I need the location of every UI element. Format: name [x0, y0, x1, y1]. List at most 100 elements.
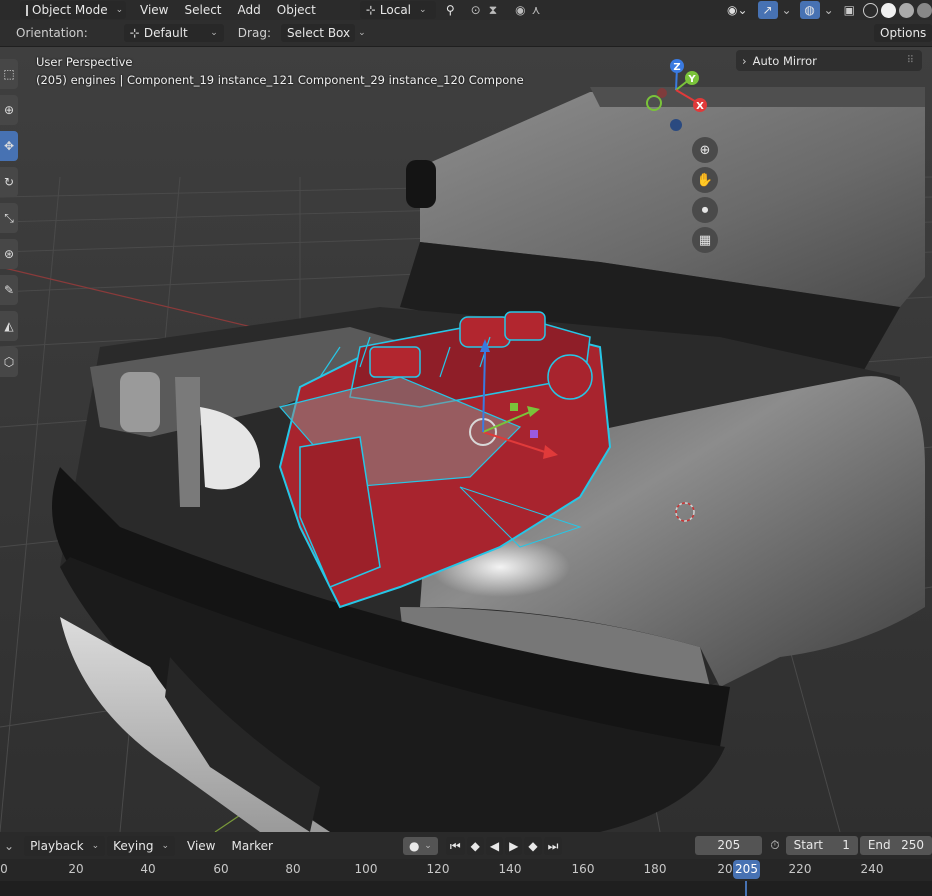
drag-label: Drag: [237, 26, 271, 40]
current-frame-field[interactable]: 205 [695, 836, 763, 855]
gizmo-neg-x[interactable] [657, 88, 667, 98]
gizmo-z-label: Z [673, 62, 680, 73]
material-shading-icon[interactable] [899, 2, 914, 18]
orientation-dropdown[interactable]: ⊹ Default ⌄ [123, 24, 224, 42]
timeline-ruler[interactable]: 0 20 40 60 80 100 120 140 160 180 20 220… [0, 859, 932, 881]
next-keyframe-icon[interactable]: ◆ [524, 836, 542, 855]
measure-icon[interactable]: ◭ [0, 311, 18, 341]
playback-menu[interactable]: Playback ⌄ [24, 835, 106, 856]
ruler-label: 20 [68, 862, 84, 876]
drag-dropdown[interactable]: Select Box ⌄ [280, 24, 366, 42]
ruler-label: 240 [860, 862, 884, 876]
gizmo-neg-y[interactable] [646, 95, 662, 111]
pivot-icon[interactable]: ⚲ [446, 3, 455, 17]
options-dropdown[interactable]: Options ⌄ [874, 24, 932, 42]
end-frame-field[interactable]: End 250 [859, 836, 932, 855]
add-cube-icon[interactable]: ⬡ [0, 347, 18, 377]
chevron-down-icon[interactable]: ⌄ [4, 839, 14, 853]
start-frame-field[interactable]: Start 1 [785, 836, 858, 855]
drag-handle-icon[interactable]: ⠿ [907, 55, 914, 66]
mode-dropdown[interactable]: Object Mode ⌄ [20, 1, 126, 19]
orientation-label: Orientation: [16, 26, 88, 40]
start-value: 1 [842, 838, 850, 852]
chevron-right-icon: › [742, 53, 747, 68]
ruler-label: 140 [498, 862, 522, 876]
timeline-body[interactable] [0, 881, 932, 896]
scale-icon[interactable]: ⤡ [0, 203, 18, 233]
end-value: 250 [901, 838, 924, 852]
stopwatch-icon[interactable]: ⏱ [770, 838, 779, 853]
menu-view[interactable]: View [132, 3, 176, 17]
menu-select[interactable]: Select [176, 3, 229, 17]
rendered-shading-icon[interactable] [917, 2, 932, 18]
auto-mirror-panel[interactable]: › Auto Mirror ⠿ [736, 50, 922, 71]
gizmo-neg-z[interactable] [670, 119, 682, 131]
tool-shelf: ⬚ ⊕ ✥ ↻ ⤡ ⊛ ✎ ◭ ⬡ [0, 59, 18, 383]
auto-keying-toggle[interactable]: ● ⌄ [402, 836, 438, 855]
keying-label: Keying [113, 838, 154, 853]
navigation-gizmo[interactable]: Z Y X [636, 55, 716, 135]
annotate-icon[interactable]: ✎ [0, 275, 18, 305]
chevron-down-icon[interactable]: ⌄ [782, 3, 792, 17]
jump-start-icon[interactable]: ⏮ [445, 836, 465, 855]
start-label: Start [793, 838, 823, 852]
auto-mirror-label: Auto Mirror [752, 53, 817, 68]
chevron-down-icon[interactable]: ⌄ [824, 3, 834, 17]
chevron-down-icon: ⌄ [358, 28, 366, 38]
transform-orientation-dropdown[interactable]: ⊹ Local ⌄ [359, 1, 436, 19]
transform-orientation-label: Local [379, 3, 412, 17]
playhead-marker[interactable]: 205 [733, 860, 760, 879]
xray-icon[interactable]: ▣ [844, 3, 855, 17]
ruler-label: 160 [571, 862, 595, 876]
orientation-gizmo-icon: ⊹ [129, 26, 140, 40]
timeline-menu-marker[interactable]: Marker [224, 839, 281, 853]
rotate-icon[interactable]: ↻ [0, 167, 18, 197]
3d-viewport[interactable]: User Perspective (205) engines | Compone… [0, 47, 932, 832]
ruler-label: 60 [213, 862, 229, 876]
falloff-icon[interactable]: ⋏ [532, 3, 541, 17]
snap-increment-icon[interactable]: ⧗ [489, 3, 497, 18]
play-icon[interactable]: ▶ [505, 836, 523, 855]
keying-menu[interactable]: Keying ⌄ [107, 835, 176, 856]
ruler-label: 20 [717, 862, 733, 876]
pan-hand-icon[interactable]: ✋ [692, 167, 718, 193]
playback-label: Playback [30, 838, 84, 853]
header-bar: Object Mode ⌄ View Select Add Object ⊹ L… [0, 0, 932, 20]
chevron-down-icon: ⌄ [210, 28, 218, 38]
view-name: User Perspective [36, 55, 133, 69]
chevron-down-icon: ⌄ [115, 5, 124, 15]
zoom-icon[interactable]: ⊕ [692, 137, 718, 163]
record-icon: ● [408, 838, 420, 853]
tool-settings-bar: Orientation: ⊹ Default ⌄ Drag: Select Bo… [0, 20, 932, 47]
jump-end-icon[interactable]: ⏭ [543, 836, 563, 855]
perspective-grid-icon[interactable]: ▦ [692, 227, 718, 253]
proportional-editing-icon[interactable]: ◉ [515, 3, 525, 17]
solid-shading-icon[interactable] [881, 2, 896, 18]
timeline-menu-view[interactable]: View [179, 839, 223, 853]
overlays-icon[interactable]: ◍ [799, 1, 820, 19]
ruler-label: 100 [354, 862, 378, 876]
chevron-down-icon: ⌄ [91, 840, 100, 851]
menu-object[interactable]: Object [269, 3, 324, 17]
orientation-value: Default [143, 26, 188, 40]
select-box-icon[interactable]: ⬚ [0, 59, 18, 89]
play-reverse-icon[interactable]: ◀ [485, 836, 504, 855]
drag-value: Select Box [286, 26, 351, 40]
camera-icon[interactable]: ⏺ [692, 197, 718, 223]
options-label: Options [880, 26, 927, 40]
chevron-down-icon: ⌄ [424, 840, 432, 851]
shading-buttons [863, 2, 932, 18]
prev-keyframe-icon[interactable]: ◆ [466, 836, 484, 855]
cursor-icon[interactable]: ⊕ [0, 95, 18, 125]
move-icon[interactable]: ✥ [0, 131, 18, 161]
ruler-label: 120 [426, 862, 450, 876]
gizmo-toggle-icon[interactable]: ↗ [757, 1, 778, 19]
visibility-icon[interactable]: ◉⌄ [727, 3, 748, 17]
transform-icon[interactable]: ⊛ [0, 239, 18, 269]
local-axes-icon: ⊹ [365, 3, 376, 17]
menu-add[interactable]: Add [230, 3, 269, 17]
scene-render [0, 47, 932, 832]
gizmo-y-label: Y [687, 74, 696, 85]
wireframe-shading-icon[interactable] [863, 2, 878, 18]
snap-icon[interactable]: ⊙ [471, 3, 481, 17]
